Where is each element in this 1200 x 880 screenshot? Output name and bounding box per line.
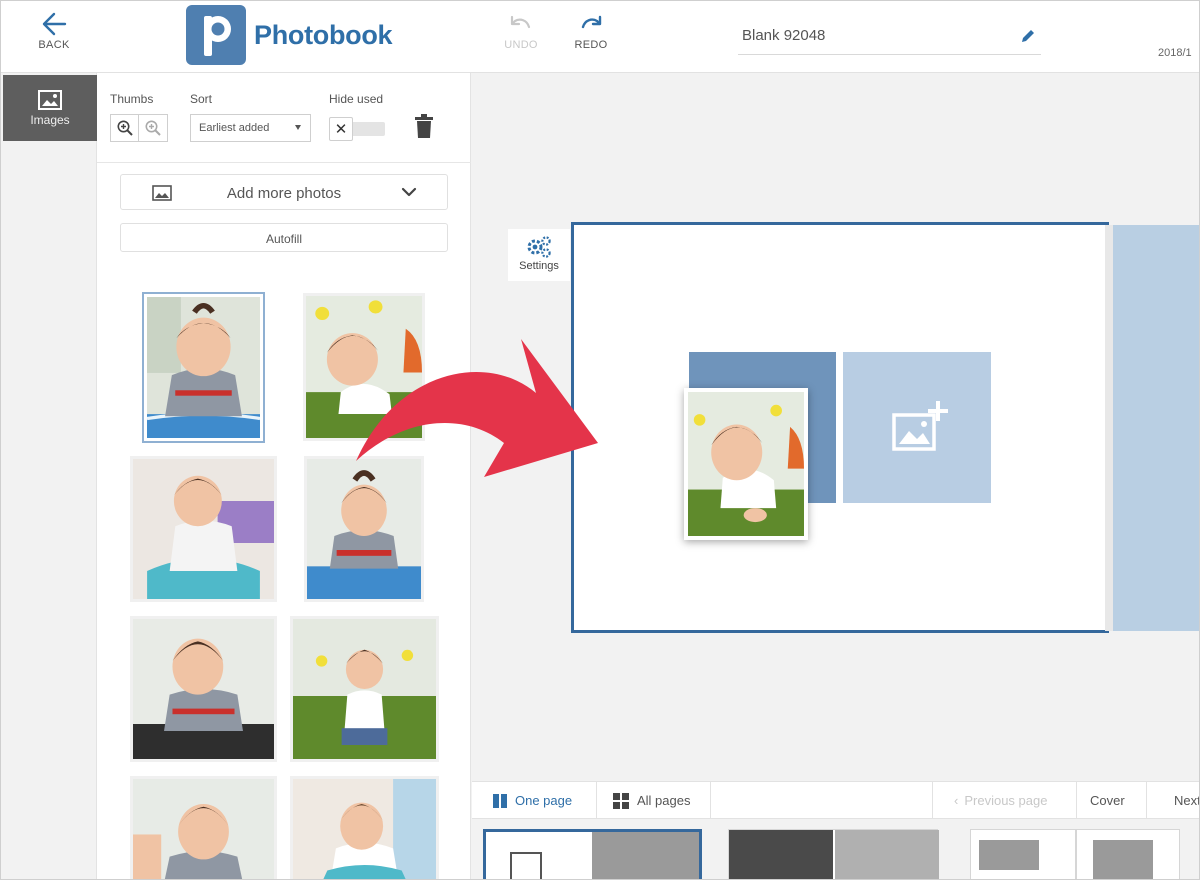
add-more-photos-label: Add more photos <box>226 185 342 202</box>
previous-page-button[interactable]: ‹ Previous page <box>954 782 1047 819</box>
baby-photo-image <box>147 297 260 438</box>
rail-item-images[interactable]: Images <box>3 75 97 141</box>
mini-facing-page <box>592 832 699 879</box>
thumbs-label: Thumbs <box>110 92 154 106</box>
autofill-button[interactable]: Autofill <box>120 223 448 252</box>
back-label: BACK <box>38 39 70 51</box>
redo-icon <box>581 15 602 29</box>
divider <box>1076 782 1077 819</box>
cover-button[interactable]: Cover <box>1090 782 1125 819</box>
project-title-input[interactable] <box>738 21 998 49</box>
top-toolbar: BACK Photobook UNDO REDO Blank 92048 201… <box>1 1 1199 73</box>
page-nav-bar: One page All pages ‹ Previous page Cover… <box>472 781 1199 819</box>
baby-photo-image <box>133 779 274 879</box>
redo-label: REDO <box>574 39 608 51</box>
divider <box>596 782 597 819</box>
single-page-icon <box>493 793 507 808</box>
page-thumbnail[interactable] <box>728 829 939 879</box>
undo-label: UNDO <box>504 39 538 51</box>
baby-photo-image <box>293 619 436 759</box>
mini-dark-page <box>729 830 833 879</box>
previous-page-label: Previous page <box>964 793 1048 808</box>
baby-photo-image <box>133 619 274 759</box>
empty-photo-slot[interactable] <box>843 352 991 503</box>
gears-icon <box>527 236 551 258</box>
sort-select[interactable]: Earliest added <box>190 114 311 142</box>
baby-photo-image <box>293 779 436 879</box>
undo-icon <box>510 15 531 29</box>
undo-button[interactable]: UNDO <box>496 13 546 51</box>
drag-direction-arrow-icon <box>356 339 598 477</box>
selected-page[interactable] <box>571 222 1109 633</box>
photo-thumbnail[interactable] <box>142 292 265 443</box>
pencil-edit-icon[interactable] <box>1019 27 1037 45</box>
page-thumbnail-strip <box>472 819 1199 879</box>
baby-photo-image <box>688 392 804 536</box>
dragged-photo[interactable] <box>684 388 808 540</box>
zoom-in-button[interactable] <box>110 114 139 142</box>
hide-used-toggle[interactable]: ✕ <box>329 117 385 141</box>
date-text: 2018/1 <box>1158 47 1192 59</box>
grid-icon <box>613 792 629 809</box>
sort-value: Earliest added <box>199 122 270 134</box>
add-more-photos-button[interactable]: Add more photos <box>120 174 448 210</box>
zoom-out-button[interactable] <box>139 114 168 142</box>
back-arrow-icon <box>42 12 67 36</box>
image-icon <box>38 90 62 110</box>
zoom-out-icon <box>145 120 161 136</box>
add-image-icon <box>892 401 948 451</box>
mini-facing-page <box>835 830 939 879</box>
photo-thumbnail[interactable] <box>130 616 277 762</box>
thumb-zoom-group <box>110 114 168 142</box>
divider <box>932 782 933 819</box>
next-page-button[interactable]: Next <box>1174 782 1199 819</box>
mini-spine <box>1075 830 1077 879</box>
photo-thumbnail[interactable] <box>130 776 277 879</box>
settings-label: Settings <box>519 260 559 272</box>
left-rail: Images <box>1 73 97 879</box>
page-settings-button[interactable]: Settings <box>508 229 570 281</box>
zoom-in-icon <box>117 120 133 136</box>
mini-photo-slot <box>1093 840 1153 879</box>
page-spine <box>1105 225 1113 631</box>
delete-trash-button[interactable] <box>414 113 434 144</box>
toggle-knob-x-icon: ✕ <box>329 117 353 141</box>
logo-p-icon <box>186 5 246 65</box>
photo-thumbnail[interactable] <box>290 616 439 762</box>
photo-thumbnail[interactable] <box>130 456 277 602</box>
facing-page[interactable] <box>1113 225 1199 631</box>
one-page-label: One page <box>515 793 573 808</box>
all-pages-label: All pages <box>637 793 691 808</box>
divider <box>1146 782 1147 819</box>
rail-item-label: Images <box>30 113 70 127</box>
chevron-left-icon: ‹ <box>954 793 959 808</box>
baby-photo-image <box>133 459 274 599</box>
photobook-logo: Photobook <box>186 5 393 65</box>
photobook-editor-window: BACK Photobook UNDO REDO Blank 92048 201… <box>0 0 1200 880</box>
one-page-view-button[interactable]: One page <box>492 782 572 819</box>
chevron-down-icon <box>401 187 417 197</box>
page-thumbnail-current[interactable] <box>483 829 702 879</box>
caret-down-icon <box>295 125 301 130</box>
photo-thumbnail[interactable] <box>290 776 439 879</box>
trash-icon <box>415 114 433 138</box>
page-thumbnail[interactable] <box>970 829 1180 879</box>
project-title-field <box>738 21 1041 55</box>
panel-toolbar: Thumbs Sort Hide used Earliest added ✕ <box>97 73 471 163</box>
all-pages-view-button[interactable]: All pages <box>612 782 690 819</box>
divider <box>710 782 711 819</box>
mini-photo-slot <box>510 852 542 879</box>
back-button[interactable]: BACK <box>29 11 79 51</box>
sort-label: Sort <box>190 92 213 106</box>
mini-photo-slot <box>979 840 1039 870</box>
brand-name: Photobook <box>254 19 393 50</box>
redo-button[interactable]: REDO <box>566 13 616 51</box>
hide-used-label: Hide used <box>329 92 384 106</box>
